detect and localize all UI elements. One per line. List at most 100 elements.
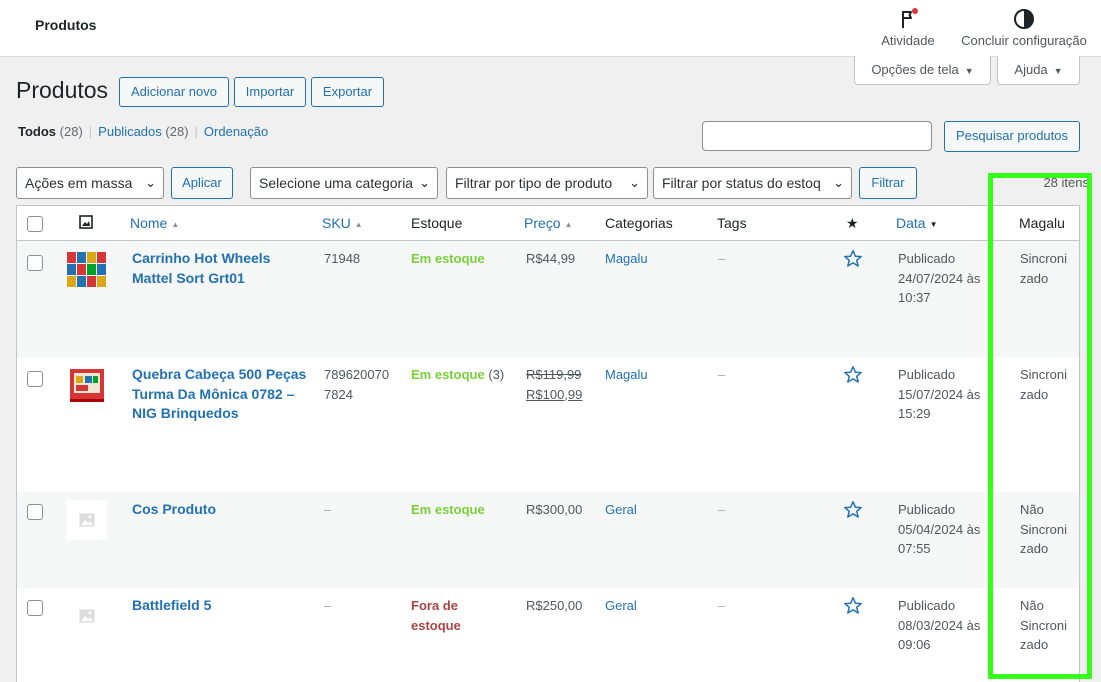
chevron-down-icon: ⌄ [145,175,156,190]
featured-star-icon[interactable] [843,249,863,275]
regular-price: R$119,99 [526,367,582,382]
stock-status: Em estoque [411,251,485,266]
product-date: Publicado 15/07/2024 às 15:29 [898,367,981,421]
category-link[interactable]: Magalu [605,249,648,269]
half-circle-icon [958,8,1090,30]
product-name-link[interactable]: Carrinho Hot Wheels Mattel Sort Grt01 [132,249,270,288]
product-tags: – [718,598,726,613]
table-row: Quebra Cabeça 500 Peças Turma Da Mônica 0… [17,357,1079,492]
chevron-down-icon: ⌄ [629,175,640,190]
product-tags: – [718,251,726,266]
row-checkbox[interactable] [27,504,43,520]
column-tags: Tags [717,215,747,231]
product-thumbnail[interactable] [67,249,107,289]
column-magalu: Magalu [1019,215,1065,231]
view-sorting[interactable]: Ordenação [204,124,268,139]
column-price[interactable]: Preço ▲ [524,215,573,231]
product-name-link[interactable]: Cos Produto [132,500,216,520]
product-sku: – [324,598,332,613]
category-link[interactable]: Geral [605,596,637,616]
caret-down-icon: ▼ [1053,66,1063,76]
stock-quantity: (3) [488,367,505,382]
product-date: Publicado 08/03/2024 às 09:06 [898,598,981,652]
finish-setup-button[interactable]: Concluir configuração [958,8,1090,48]
product-sku: 71948 [324,251,361,266]
row-checkbox[interactable] [27,255,43,271]
select-all-checkbox[interactable] [27,216,43,232]
export-button[interactable]: Exportar [311,77,384,107]
search-products-button[interactable]: Pesquisar produtos [944,121,1080,152]
product-date: Publicado 24/07/2024 às 10:37 [898,251,981,305]
placeholder-image-icon[interactable] [67,596,107,636]
magalu-sync-status: Sincroni zado [1020,367,1067,402]
items-count: 28 itens [1043,175,1089,190]
chevron-down-icon: ⌄ [419,175,430,190]
stock-status: Fora de estoque [411,598,461,633]
view-filters: Todos (28) | Publicados (28) | Ordenação [18,124,269,139]
magalu-sync-status: Não Sincroni zado [1020,598,1067,652]
magalu-sync-status: Sincroni zado [1020,251,1067,286]
product-date: Publicado 05/04/2024 às 07:55 [898,502,981,556]
caret-down-icon: ▼ [964,66,974,76]
import-button[interactable]: Importar [234,77,306,107]
product-price: R$44,99 [526,251,576,266]
category-link[interactable]: Magalu [605,365,648,385]
activity-label: Atividade [881,33,935,48]
column-categories: Categorias [605,215,673,231]
column-name[interactable]: Nome ▲ [130,215,179,231]
table-header: Nome ▲ SKU ▲ Estoque Preço ▲ Categorias Tag… [17,206,1079,241]
column-stock: Estoque [411,215,463,231]
filter-button[interactable]: Filtrar [859,167,917,199]
view-published[interactable]: Publicados [98,124,162,139]
notification-dot [912,8,918,14]
products-table: Nome ▲ SKU ▲ Estoque Preço ▲ Categorias Tag… [16,205,1080,682]
activity-button[interactable]: Atividade [878,8,938,48]
view-all[interactable]: Todos [18,124,56,139]
column-date[interactable]: Data ▼ [896,215,938,231]
product-price: R$250,00 [526,598,583,613]
finish-setup-label: Concluir configuração [961,33,1087,48]
row-checkbox[interactable] [27,600,43,616]
screen-options-toggle[interactable]: Opções de tela ▼ [854,56,991,85]
product-tags: – [718,367,726,382]
column-sku[interactable]: SKU ▲ [322,215,363,231]
admin-header: Produtos Atividade Concluir configuração [0,0,1101,57]
chevron-down-icon: ⌄ [833,175,844,190]
featured-star-icon[interactable] [843,596,863,622]
stock-status: Em estoque [411,502,485,517]
star-icon[interactable]: ★ [846,215,859,232]
product-type-select[interactable]: Filtrar por tipo de produto ⌄ [446,167,648,199]
help-label: Ajuda [1014,62,1048,77]
product-price: R$119,99 R$100,99 [526,365,582,404]
product-sku: 789620070 7824 [324,367,390,402]
featured-star-icon[interactable] [843,500,863,526]
product-tags: – [718,502,726,517]
header-breadcrumb: Produtos [35,17,97,33]
stock-status: Em estoque (3) [411,367,505,382]
product-price: R$300,00 [526,502,583,517]
product-name-link[interactable]: Quebra Cabeça 500 Peças Turma Da Mônica 0… [132,365,306,424]
bulk-actions-select[interactable]: Ações em massa ⌄ [16,167,164,199]
help-toggle[interactable]: Ajuda ▼ [997,56,1080,85]
add-new-button[interactable]: Adicionar novo [119,77,229,107]
page-title: Produtos [16,77,109,103]
category-link[interactable]: Geral [605,500,637,520]
table-row: Carrinho Hot Wheels Mattel Sort Grt01 719… [17,241,1079,357]
product-name-link[interactable]: Battlefield 5 [132,596,211,616]
featured-star-icon[interactable] [843,365,863,391]
table-row: Cos Produto – Em estoque R$300,00 Geral … [17,492,1079,588]
placeholder-image-icon[interactable] [67,500,107,540]
flag-icon [878,8,938,30]
product-thumbnail[interactable] [67,365,107,405]
search-input[interactable] [702,121,932,151]
view-published-count: (28) [165,124,189,139]
row-checkbox[interactable] [27,371,43,387]
screen-options-label: Opções de tela [871,62,959,77]
product-sku: – [324,502,332,517]
sale-price: R$100,99 [526,386,583,402]
image-icon [79,215,93,232]
magalu-sync-status: Não Sincroni zado [1020,502,1067,556]
apply-button[interactable]: Aplicar [171,167,233,199]
stock-status-select[interactable]: Filtrar por status do estoq ⌄ [653,167,852,199]
category-select[interactable]: Selecione uma categoria ⌄ [250,167,438,199]
